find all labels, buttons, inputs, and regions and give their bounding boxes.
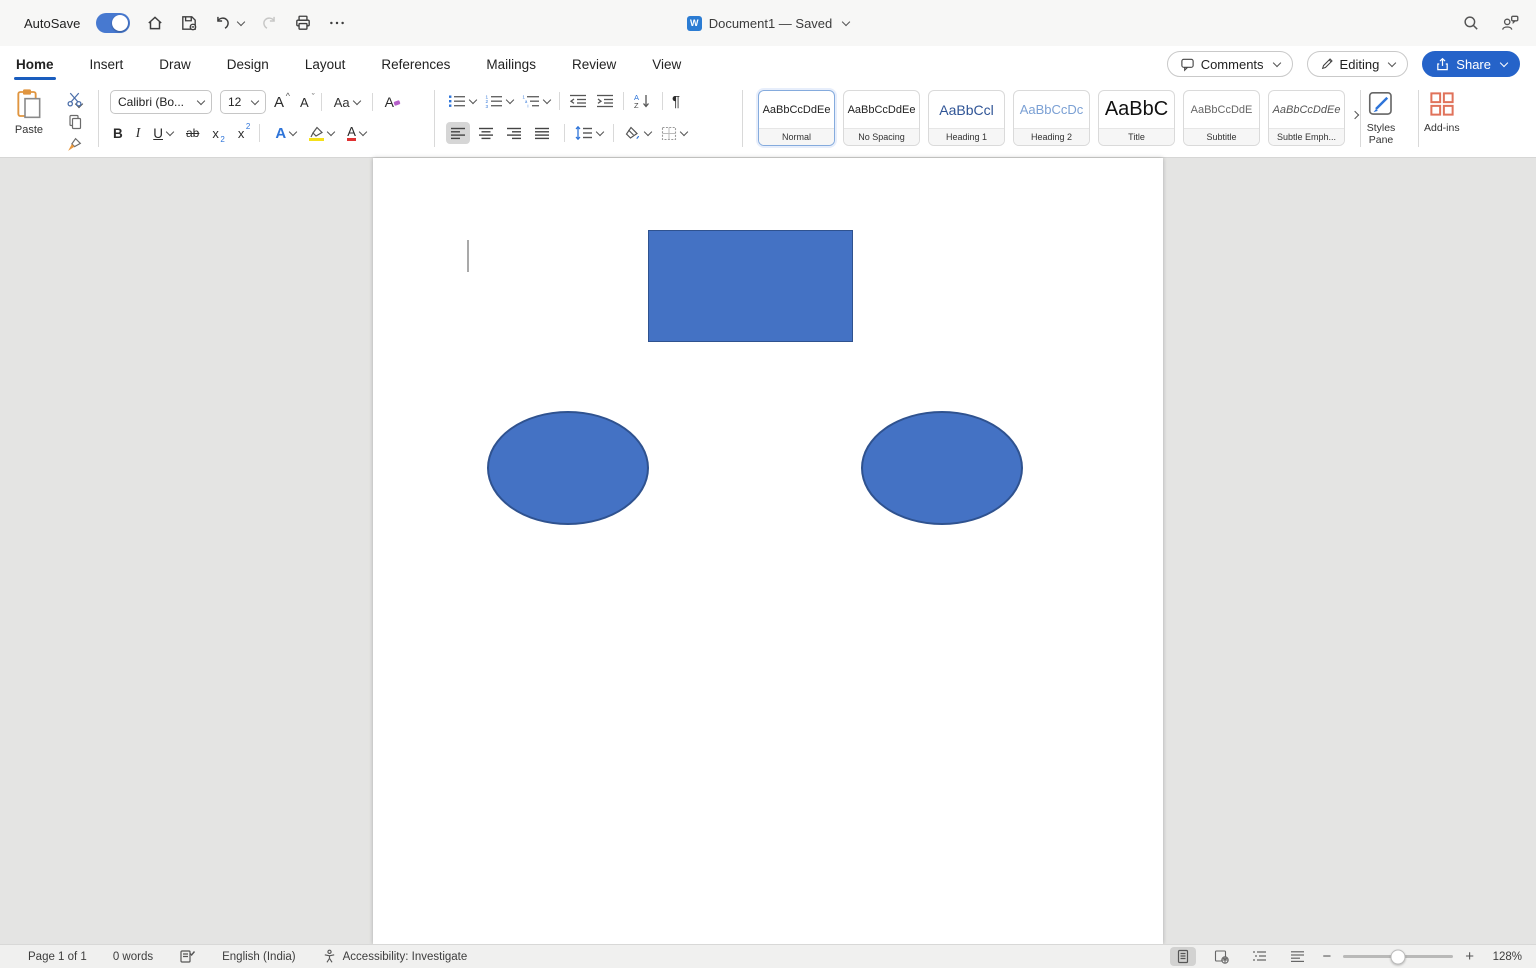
page-count[interactable]: Page 1 of 1 bbox=[28, 951, 87, 963]
style-normal[interactable]: AaBbCcDdEe Normal bbox=[758, 90, 835, 146]
format-painter-icon[interactable] bbox=[66, 137, 83, 153]
zoom-slider[interactable] bbox=[1343, 955, 1453, 958]
paste-label: Paste bbox=[15, 124, 43, 136]
bullets-button[interactable] bbox=[448, 94, 476, 108]
shading-button[interactable] bbox=[624, 126, 651, 141]
highlight-color-button[interactable] bbox=[309, 126, 334, 141]
zoom-in-button[interactable]: + bbox=[1465, 949, 1474, 964]
text-cursor bbox=[467, 240, 469, 272]
show-paragraph-marks-button[interactable]: ¶ bbox=[672, 93, 680, 110]
font-size-select[interactable]: 12 bbox=[220, 90, 266, 114]
tab-mailings[interactable]: Mailings bbox=[484, 51, 538, 78]
tab-home[interactable]: Home bbox=[14, 51, 56, 78]
multilevel-list-button[interactable]: 1ai bbox=[522, 94, 550, 108]
numbering-button[interactable]: 123 bbox=[485, 94, 513, 108]
style-subtitle[interactable]: AaBbCcDdE Subtitle bbox=[1183, 90, 1260, 146]
add-ins-button[interactable]: Add-ins bbox=[1424, 89, 1460, 134]
draft-view-button[interactable] bbox=[1284, 947, 1310, 966]
presence-people-icon[interactable] bbox=[1500, 14, 1520, 32]
font-name-value: Calibri (Bo... bbox=[118, 95, 194, 109]
change-case-button[interactable]: Aa bbox=[334, 95, 360, 110]
tab-design[interactable]: Design bbox=[225, 51, 271, 78]
style-heading-2[interactable]: AaBbCcDc Heading 2 bbox=[1013, 90, 1090, 146]
accessibility-status[interactable]: Accessibility: Investigate bbox=[322, 949, 468, 964]
grow-font-button[interactable]: A^ bbox=[274, 94, 284, 111]
font-name-select[interactable]: Calibri (Bo... bbox=[110, 90, 212, 114]
document-page[interactable] bbox=[373, 158, 1163, 944]
proofing-status-icon[interactable] bbox=[179, 949, 196, 964]
svg-text:Z: Z bbox=[634, 101, 639, 109]
title-chevron-icon[interactable] bbox=[842, 17, 850, 25]
clear-formatting-button[interactable]: A bbox=[385, 94, 394, 110]
document-canvas bbox=[0, 158, 1536, 944]
web-layout-view-button[interactable] bbox=[1208, 947, 1234, 966]
italic-button[interactable]: I bbox=[136, 125, 141, 141]
paste-button[interactable]: Paste bbox=[14, 88, 44, 136]
font-color-button[interactable]: A bbox=[347, 125, 366, 141]
font-size-value: 12 bbox=[228, 95, 248, 109]
shape-rectangle[interactable] bbox=[648, 230, 853, 342]
justify-button[interactable] bbox=[530, 122, 554, 144]
comments-button[interactable]: Comments bbox=[1167, 51, 1293, 77]
tab-view[interactable]: View bbox=[650, 51, 683, 78]
ribbon-home: Paste Calibri (Bo... 12 A^ Aˇ Aa bbox=[0, 82, 1536, 158]
ribbon-tab-row: Home Insert Draw Design Layout Reference… bbox=[0, 46, 1536, 82]
word-count[interactable]: 0 words bbox=[113, 951, 153, 963]
tab-references[interactable]: References bbox=[379, 51, 452, 78]
borders-button[interactable] bbox=[661, 126, 687, 141]
shape-ellipse-left[interactable] bbox=[487, 411, 649, 525]
editing-label: Editing bbox=[1340, 57, 1380, 72]
styles-gallery: AaBbCcDdEe Normal AaBbCcDdEe No Spacing … bbox=[758, 90, 1345, 146]
sort-button[interactable]: AZ bbox=[633, 93, 653, 109]
underline-button[interactable]: U bbox=[153, 126, 173, 141]
style-heading-1[interactable]: AaBbCcl Heading 1 bbox=[928, 90, 1005, 146]
zoom-slider-knob[interactable] bbox=[1391, 949, 1406, 964]
svg-text:i: i bbox=[528, 104, 529, 108]
share-button[interactable]: Share bbox=[1422, 51, 1520, 77]
shape-ellipse-right[interactable] bbox=[861, 411, 1023, 525]
tab-layout[interactable]: Layout bbox=[303, 51, 348, 78]
share-label: Share bbox=[1456, 57, 1491, 72]
tab-insert[interactable]: Insert bbox=[88, 51, 126, 78]
style-subtle-emphasis[interactable]: AaBbCcDdEe Subtle Emph... bbox=[1268, 90, 1345, 146]
line-spacing-button[interactable] bbox=[575, 126, 603, 140]
superscript-button[interactable]: x2 bbox=[238, 126, 245, 141]
align-left-button[interactable] bbox=[446, 122, 470, 144]
zoom-level[interactable]: 128% bbox=[1486, 951, 1522, 963]
strikethrough-button[interactable]: ab bbox=[186, 126, 199, 140]
word-app-icon: W bbox=[687, 16, 702, 31]
style-title[interactable]: AaBbC Title bbox=[1098, 90, 1175, 146]
language-status[interactable]: English (India) bbox=[222, 951, 296, 963]
document-title[interactable]: Document1 — Saved bbox=[709, 16, 833, 31]
outline-view-button[interactable] bbox=[1246, 947, 1272, 966]
zoom-out-button[interactable]: − bbox=[1322, 949, 1331, 964]
svg-text:3: 3 bbox=[486, 104, 489, 108]
align-center-button[interactable] bbox=[474, 122, 498, 144]
style-no-spacing[interactable]: AaBbCcDdEe No Spacing bbox=[843, 90, 920, 146]
search-icon[interactable] bbox=[1462, 14, 1480, 32]
comments-label: Comments bbox=[1201, 57, 1264, 72]
decrease-indent-button[interactable] bbox=[569, 94, 587, 108]
ribbon-tabs: Home Insert Draw Design Layout Reference… bbox=[14, 46, 683, 82]
increase-indent-button[interactable] bbox=[596, 94, 614, 108]
align-right-button[interactable] bbox=[502, 122, 526, 144]
subscript-button[interactable]: x2 bbox=[212, 126, 219, 141]
print-layout-view-button[interactable] bbox=[1170, 947, 1196, 966]
title-bar: AutoSave W Document1 — Saved bbox=[0, 0, 1536, 46]
copy-icon[interactable] bbox=[66, 114, 83, 130]
shrink-font-button[interactable]: Aˇ bbox=[300, 95, 309, 110]
text-effects-button[interactable]: A bbox=[275, 125, 296, 142]
editing-button[interactable]: Editing bbox=[1307, 51, 1409, 77]
status-bar: Page 1 of 1 0 words English (India) Acce… bbox=[0, 944, 1536, 968]
bold-button[interactable]: B bbox=[113, 126, 123, 141]
styles-gallery-expand-icon[interactable] bbox=[1351, 111, 1359, 119]
styles-pane-button[interactable]: StylesPane bbox=[1366, 89, 1396, 146]
accessibility-label: Accessibility: Investigate bbox=[343, 951, 468, 963]
cut-icon[interactable] bbox=[66, 92, 83, 107]
tab-draw[interactable]: Draw bbox=[157, 51, 193, 78]
tab-review[interactable]: Review bbox=[570, 51, 618, 78]
